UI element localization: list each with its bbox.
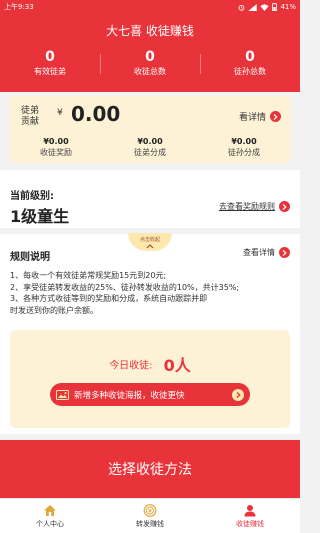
tab-share-earn[interactable]: 转发赚钱: [100, 499, 200, 533]
sub-apprentice-reward: ¥0.00 收徒奖励: [9, 136, 103, 159]
stat-label: 有效徒弟: [34, 67, 66, 76]
sub-label: 收徒奖励: [40, 148, 72, 157]
sub-value: 0.00: [236, 137, 257, 146]
today-value: 0人: [163, 356, 191, 375]
stat-grand-apprentices: 0 徒孙总数: [200, 48, 300, 78]
tab-label: 个人中心: [36, 519, 64, 528]
tab-label: 收徒赚钱: [236, 519, 264, 528]
today-card: 今日收徒: 0人 新增多种收徒海报，收徒更快: [10, 330, 290, 428]
rules-line: 1、每收一个有效徒弟常规奖励15元到20元;: [10, 271, 167, 280]
level-value: 1级童生: [10, 207, 70, 226]
sub-value: 0.00: [142, 137, 163, 146]
rules-line: 3、各种方式收徒等到的奖励和分成，系统自动跟踪并即: [10, 294, 208, 303]
sub-apprentice-share: ¥0.00 徒弟分成: [103, 136, 197, 159]
sub-label: 徒孙分成: [228, 148, 260, 157]
stat-value: 0: [145, 49, 155, 65]
reward-rules-label: 去查看奖励规则: [219, 202, 275, 211]
chevron-up-icon: [146, 244, 154, 249]
coin-icon: [143, 503, 157, 517]
stat-value: 0: [45, 49, 55, 65]
poster-button[interactable]: 新增多种收徒海报，收徒更快: [50, 383, 250, 406]
collapse-label: 点击收起: [139, 237, 160, 243]
choose-method-button[interactable]: 选择收徒方法: [0, 440, 300, 498]
poster-button-label: 新增多种收徒海报，收徒更快: [74, 390, 185, 401]
stats-row: 0 有效徒弟 0 收徒总数 0 徒孙总数: [0, 48, 300, 78]
stat-value: 0: [245, 49, 255, 65]
tab-recruit-earn[interactable]: 收徒赚钱: [200, 499, 300, 533]
tab-label: 转发赚钱: [136, 519, 164, 528]
reward-card: 徒弟贡献 ¥ 0.00 看详情 ¥0.00 收徒奖励 ¥0.00 徒弟分成 ¥0…: [9, 96, 291, 163]
chevron-right-icon: [270, 111, 281, 122]
signal-icon: [248, 3, 258, 11]
view-details-label: 看详情: [238, 113, 266, 123]
image-icon: [56, 389, 69, 400]
bottom-tab-bar: 个人中心 转发赚钱 收徒赚钱: [0, 498, 300, 533]
chevron-right-icon: [279, 201, 290, 212]
view-details-link[interactable]: 看详情: [239, 110, 281, 123]
status-bar: 上午9:33 41%: [0, 0, 300, 14]
page-title: 大七喜 收徒赚钱: [106, 24, 194, 38]
contribution-amount: 0.00: [71, 102, 121, 126]
contribution-label: 徒弟贡献: [21, 106, 40, 127]
level-section: 当前级别: 1级童生 去查看奖励规则: [0, 170, 300, 228]
battery-level: 41%: [280, 3, 296, 11]
alarm-icon: [239, 4, 245, 11]
stat-effective-apprentices: 0 有效徒弟: [0, 48, 100, 78]
sub-grand-apprentice-share: ¥0.00 徒孙分成: [197, 136, 291, 159]
rules-title: 规则说明: [10, 252, 50, 263]
rules-details-label: 查看详情: [243, 248, 275, 257]
tab-personal-center[interactable]: 个人中心: [0, 499, 100, 533]
currency-symbol: ¥: [57, 108, 63, 118]
today-label: 今日收徒:: [109, 360, 153, 372]
level-label: 当前级别:: [10, 191, 54, 202]
stat-label: 收徒总数: [134, 67, 166, 76]
rules-line: 时发送到你的账户余额。: [10, 305, 98, 315]
sub-value: 0.00: [48, 137, 69, 146]
header: 大七喜 收徒赚钱 0 有效徒弟 0 收徒总数 0 徒孙总数: [0, 14, 300, 92]
rules-text: 1、每收一个有效徒弟常规奖励15元到20元; 2、享受徒弟转发收益的25%、徒孙…: [10, 270, 294, 316]
rules-line: 2、享受徒弟转发收益的25%、徒孙转发收益的10%，共计35%;: [10, 282, 240, 292]
user-icon: [244, 504, 256, 516]
wifi-icon: [260, 3, 270, 11]
stat-label: 徒孙总数: [234, 67, 266, 76]
chevron-right-icon: [279, 247, 290, 258]
sub-label: 徒弟分成: [134, 148, 166, 157]
reward-rules-link[interactable]: 去查看奖励规则: [219, 201, 290, 212]
home-icon: [44, 504, 56, 516]
stat-total-apprentices: 0 收徒总数: [100, 48, 200, 78]
rules-details-link[interactable]: 查看详情: [243, 247, 290, 258]
battery-icon: [272, 3, 278, 11]
chevron-right-icon: [232, 388, 244, 401]
status-time: 上午9:33: [4, 3, 34, 11]
